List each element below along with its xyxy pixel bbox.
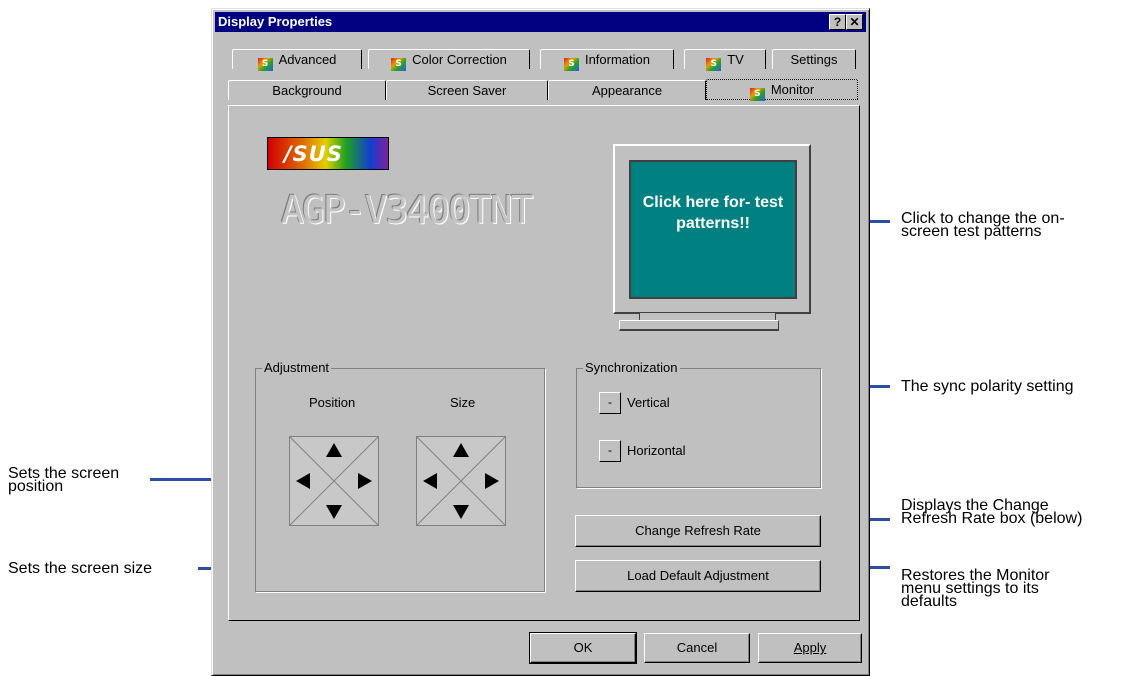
- title-bar: Display Properties ? ✕: [215, 12, 866, 32]
- tab-background[interactable]: Background: [228, 80, 386, 100]
- annotation-test-patterns: Click to change the on- screen test patt…: [901, 210, 1065, 240]
- tab-label: Advanced: [278, 52, 337, 67]
- position-arrows-icon: [290, 437, 378, 525]
- tab-settings[interactable]: Settings: [772, 49, 856, 69]
- cancel-button[interactable]: Cancel: [644, 633, 750, 663]
- tab-color-correction[interactable]: S Color Correction: [368, 49, 530, 71]
- adjustment-group: Adjustment Position Size: [255, 360, 545, 592]
- test-screen-text: Click here for- test patterns!!: [642, 194, 784, 232]
- model-name: AGP-V3400TNT: [281, 188, 534, 232]
- vertical-polarity-button[interactable]: -: [599, 392, 621, 414]
- vertical-label: Vertical: [627, 395, 670, 410]
- tab-screen-saver[interactable]: Screen Saver: [386, 80, 548, 100]
- tab-appearance[interactable]: Appearance: [548, 80, 706, 100]
- tab-monitor[interactable]: S Monitor: [706, 79, 858, 101]
- tab-information[interactable]: S Information: [540, 49, 674, 71]
- annotation-sync: The sync polarity setting: [901, 378, 1074, 395]
- logo-text: /SUS: [284, 142, 343, 166]
- tab-label: Screen Saver: [427, 83, 507, 98]
- close-button[interactable]: ✕: [846, 14, 863, 30]
- tab-advanced[interactable]: S Advanced: [232, 49, 362, 71]
- tab-label: Background: [272, 83, 342, 98]
- monitor-base: [619, 320, 779, 331]
- tab-tv[interactable]: S TV: [684, 49, 766, 71]
- position-arrow-pad[interactable]: [289, 436, 379, 526]
- monitor-tab-panel: /SUS AGP-V3400TNT Click here for- test p…: [228, 105, 860, 621]
- asus-icon: S: [257, 58, 273, 71]
- asus-icon: S: [749, 88, 765, 101]
- size-label: Size: [450, 395, 476, 410]
- load-default-adjustment-button[interactable]: Load Default Adjustment: [575, 560, 821, 592]
- tab-label: Monitor: [770, 82, 815, 97]
- display-properties-window: Display Properties ? ✕ S Advanced S Color …: [211, 8, 870, 676]
- horizontal-polarity-button[interactable]: -: [599, 440, 621, 462]
- horizontal-label: Horizontal: [627, 443, 686, 458]
- tab-label: Appearance: [591, 83, 663, 98]
- annotation-defaults: Restores the Monitor menu settings to it…: [901, 567, 1050, 610]
- test-pattern-screen[interactable]: Click here for- test patterns!!: [629, 160, 797, 299]
- help-button[interactable]: ?: [829, 14, 846, 30]
- annotation-size: Sets the screen size: [8, 560, 153, 577]
- test-pattern-monitor[interactable]: Click here for- test patterns!!: [613, 144, 811, 314]
- asus-logo: /SUS: [267, 137, 389, 170]
- tab-label: Settings: [790, 52, 838, 67]
- apply-button[interactable]: Apply: [758, 633, 862, 663]
- annotation-position: Sets the screen position: [8, 465, 120, 495]
- adjustment-title: Adjustment: [262, 360, 332, 375]
- size-arrow-pad[interactable]: [416, 436, 506, 526]
- change-refresh-rate-button[interactable]: Change Refresh Rate: [575, 515, 821, 547]
- asus-icon: S: [706, 58, 722, 71]
- annotation-refresh: Displays the Change Refresh Rate box (be…: [901, 497, 1083, 527]
- tab-label: Information: [584, 52, 651, 67]
- tab-label: Color Correction: [412, 52, 507, 67]
- synchronization-group: Synchronization - Vertical - Horizontal: [576, 360, 821, 488]
- size-arrows-icon: [417, 437, 505, 525]
- asus-icon: S: [563, 58, 579, 71]
- synchronization-title: Synchronization: [583, 360, 680, 375]
- window-title: Display Properties: [218, 14, 333, 29]
- ok-button[interactable]: OK: [529, 632, 637, 664]
- position-label: Position: [309, 395, 356, 410]
- asus-icon: S: [391, 58, 407, 71]
- tab-label: TV: [727, 52, 744, 67]
